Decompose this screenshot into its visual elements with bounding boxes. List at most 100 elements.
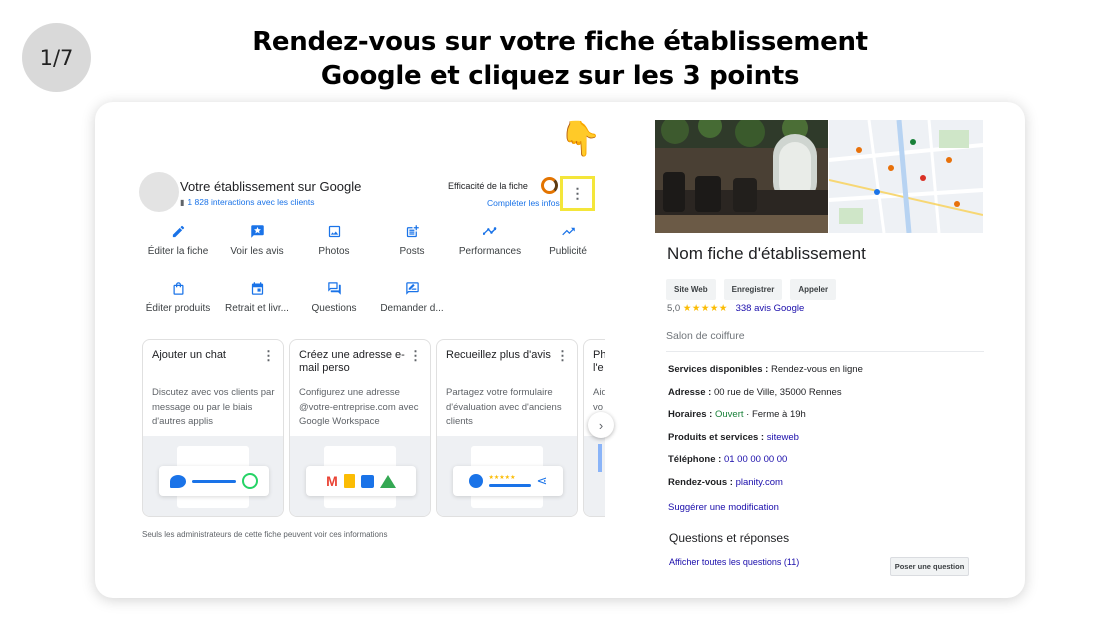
products-label: Produits et services : <box>668 432 765 443</box>
more-vert-icon[interactable]: ⋮ <box>262 348 275 364</box>
tip-description: Configurez une adresse @votre-entreprise… <box>299 387 419 427</box>
interactions-label: 1 828 interactions avec les clients <box>187 197 315 207</box>
edit-products-button[interactable]: Éditer produits <box>138 281 218 314</box>
tip-card-email[interactable]: Créez une adresse e-mail perso ⋮ Configu… <box>289 339 431 517</box>
questions-button[interactable]: Questions <box>294 281 374 314</box>
rating-value: 5,0 <box>667 303 681 314</box>
phone-label: Téléphone : <box>668 454 722 465</box>
listing-action-buttons: Site Web Enregistrer Appeler <box>666 279 837 300</box>
rate-review-icon <box>372 281 452 298</box>
tip-title: Ajouter un chat <box>152 349 226 361</box>
interactions-link[interactable]: ▮ 1 828 interactions avec les clients <box>180 197 315 207</box>
phone-link[interactable]: 01 00 00 00 00 <box>724 454 787 465</box>
bar-chart-icon: ▮ <box>180 197 185 207</box>
open-status[interactable]: Ouvert <box>715 409 744 420</box>
ask-question-button[interactable]: Poser une question <box>890 557 969 576</box>
whatsapp-icon <box>242 473 258 489</box>
view-reviews-label: Voir les avis <box>230 246 284 257</box>
calendar-app-icon <box>360 474 374 488</box>
tip-title: Créez une adresse e-mail perso <box>299 349 405 374</box>
location-map[interactable] <box>829 120 983 233</box>
illustration-bar <box>598 444 602 472</box>
business-profile-title: Votre établissement sur Google <box>180 179 362 194</box>
workspace-illustration: M <box>290 436 430 516</box>
admin-visibility-note: Seuls les administrateurs de cette fiche… <box>142 530 388 539</box>
screenshot-card: Votre établissement sur Google ▮ 1 828 i… <box>95 102 1025 598</box>
star-review-icon <box>217 224 297 241</box>
message-bubble-icon <box>170 474 186 488</box>
products-row: Produits et services : siteweb <box>668 432 799 443</box>
profile-strength-ring-icon <box>541 177 558 194</box>
pickup-delivery-label: Retrait et livr... <box>225 303 289 314</box>
chevron-right-icon: › <box>598 417 604 433</box>
pointing-hand-icon: 👇 <box>559 120 602 158</box>
phone-row: Téléphone : 01 00 00 00 00 <box>668 454 787 465</box>
complete-info-link[interactable]: Compléter les infos <box>487 198 560 208</box>
carousel-next-button[interactable]: › <box>588 412 614 438</box>
services-row: Services disponibles : Rendez-vous en li… <box>668 364 863 375</box>
docs-icon <box>343 474 355 488</box>
headline: Rendez-vous sur votre fiche établissemen… <box>180 25 940 93</box>
ads-button[interactable]: Publicité <box>528 224 608 257</box>
profile-strength-label: Efficacité de la fiche <box>448 181 528 191</box>
performance-label: Performances <box>458 246 522 257</box>
tip-description: Aid vo <box>593 387 605 413</box>
more-options-button[interactable]: ⋮ <box>560 176 595 211</box>
star-rating-icon: ★★★★★ <box>682 303 728 314</box>
booking-row: Rendez-vous : planity.com <box>668 477 783 488</box>
salon-photo[interactable] <box>655 120 828 233</box>
edit-products-label: Éditer produits <box>145 303 211 314</box>
hours-label: Horaires : <box>668 409 713 420</box>
photos-button[interactable]: Photos <box>294 224 374 257</box>
share-icon: ⋖ <box>536 473 548 488</box>
more-vert-icon: ⋮ <box>570 185 585 201</box>
posts-button[interactable]: Posts <box>372 224 452 257</box>
closing-time: · Ferme à 19h <box>746 409 806 420</box>
booking-link[interactable]: planity.com <box>736 477 783 488</box>
divider <box>666 351 984 352</box>
photos-label: Photos <box>318 246 350 257</box>
performance-button[interactable]: Performances <box>450 224 530 257</box>
website-button[interactable]: Site Web <box>666 279 716 300</box>
tip-title: Ph l'e <box>593 349 605 374</box>
tip-description: Discutez avec vos clients par message ou… <box>152 387 275 427</box>
qa-title: Questions et réponses <box>669 531 790 545</box>
headline-line-2: Google et cliquez sur les 3 points <box>320 61 800 91</box>
edit-profile-button[interactable]: Éditer la fiche <box>138 224 218 257</box>
address-label: Adresse : <box>668 387 712 398</box>
tip-card-reviews[interactable]: Recueillez plus d'avis ⋮ Partagez votre … <box>436 339 578 517</box>
products-link[interactable]: siteweb <box>767 432 799 443</box>
more-vert-icon[interactable]: ⋮ <box>556 348 569 364</box>
view-reviews-button[interactable]: Voir les avis <box>217 224 297 257</box>
services-value: Rendez-vous en ligne <box>770 364 863 375</box>
request-review-button[interactable]: Demander d... <box>372 281 452 314</box>
rating-summary: 5,0 ★★★★★ 338 avis Google <box>667 303 804 314</box>
listing-name: Nom fiche d'établissement <box>667 244 866 263</box>
tip-card-chat[interactable]: Ajouter un chat ⋮ Discutez avec vos clie… <box>142 339 284 517</box>
suggest-edit-link[interactable]: Suggérer une modification <box>668 502 779 513</box>
trending-up-icon <box>528 224 608 241</box>
address-value[interactable]: 00 rue de Ville, 35000 Rennes <box>714 387 842 398</box>
reviews-link[interactable]: 338 avis Google <box>736 303 805 314</box>
hours-row: Horaires : Ouvert · Ferme à 19h <box>668 409 806 420</box>
post-add-icon <box>372 224 452 241</box>
posts-label: Posts <box>399 246 425 257</box>
call-button[interactable]: Appeler <box>790 279 837 300</box>
insights-icon <box>450 224 530 241</box>
headline-line-1: Rendez-vous sur votre fiche établissemen… <box>252 27 868 57</box>
drive-icon <box>379 474 396 488</box>
image-icon <box>294 224 374 241</box>
pickup-delivery-button[interactable]: Retrait et livr... <box>217 281 297 314</box>
person-icon <box>468 474 483 488</box>
reviews-illustration: ★★★★★ ⋖ <box>437 436 577 516</box>
all-questions-link[interactable]: Afficher toutes les questions (11) <box>669 557 799 567</box>
save-button[interactable]: Enregistrer <box>723 279 783 300</box>
calendar-icon <box>217 281 297 298</box>
request-review-label: Demander d... <box>380 303 444 314</box>
booking-label: Rendez-vous : <box>668 477 733 488</box>
pencil-icon <box>138 224 218 241</box>
business-category: Salon de coiffure <box>666 330 745 342</box>
forum-icon <box>294 281 374 298</box>
more-vert-icon[interactable]: ⋮ <box>409 348 422 364</box>
questions-label: Questions <box>311 303 357 314</box>
